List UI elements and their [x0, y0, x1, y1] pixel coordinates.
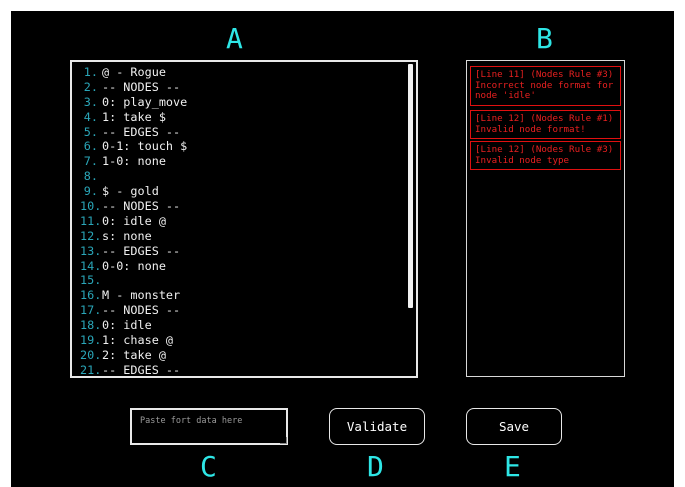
resize-grip-icon[interactable]	[280, 437, 287, 444]
line-code: 1: take $	[102, 109, 166, 124]
editor-scrollbar[interactable]	[408, 64, 413, 308]
editor-lines: 1. @ - Rogue 2. -- NODES -- 3. 0: play_move 4.…	[80, 65, 402, 377]
line-number: 14.	[80, 258, 102, 273]
line-number: 12.	[80, 228, 102, 243]
editor-line: 9. $ - gold	[80, 184, 402, 199]
section-label-b: B	[536, 22, 553, 55]
editor-line: 12.s: none	[80, 229, 402, 244]
editor-line: 21.-- EDGES --	[80, 362, 402, 377]
line-code: M - monster	[102, 288, 181, 303]
line-code: 0-0: none	[102, 258, 166, 273]
line-number: 15.	[80, 273, 102, 288]
error-message: [Line 12] (Nodes Rule #3) Invalid node t…	[470, 141, 621, 170]
line-code: 0-1: touch $	[102, 139, 188, 154]
error-panel: [Line 11] (Nodes Rule #3) Incorrect node…	[466, 60, 625, 377]
editor-line: 5. -- EDGES --	[80, 125, 402, 140]
line-number: 10.	[80, 199, 102, 214]
editor-line: 11.0: idle @	[80, 214, 402, 229]
editor-line: 2. -- NODES --	[80, 80, 402, 95]
line-number: 17.	[80, 303, 102, 318]
line-number: 9.	[83, 184, 98, 199]
editor-line: 3. 0: play_move	[80, 95, 402, 110]
editor-line: 15.	[80, 273, 402, 288]
line-code: -- NODES --	[102, 199, 181, 214]
line-number: 6.	[83, 139, 98, 154]
line-code: 0: play_move	[102, 94, 188, 109]
line-number: 19.	[80, 333, 102, 348]
editor-line: 6. 0-1: touch $	[80, 139, 402, 154]
editor-line: 1. @ - Rogue	[80, 65, 402, 80]
line-number: 21.	[80, 362, 102, 377]
line-code: 2: take @	[102, 347, 166, 362]
line-code: 1-0: none	[102, 154, 166, 169]
line-number: 13.	[80, 243, 102, 258]
line-number: 3.	[83, 94, 98, 109]
line-number: 2.	[83, 79, 98, 94]
line-code: 1: chase @	[102, 333, 174, 348]
error-message: [Line 12] (Nodes Rule #1) Invalid node f…	[470, 110, 621, 139]
validate-button[interactable]: Validate	[329, 408, 425, 445]
error-message: [Line 11] (Nodes Rule #3) Incorrect node…	[470, 66, 621, 106]
line-number: 7.	[83, 154, 98, 169]
line-number: 5.	[83, 124, 98, 139]
editor-line: 7. 1-0: none	[80, 154, 402, 169]
section-label-a: A	[226, 22, 243, 55]
line-number: 1.	[83, 65, 98, 79]
line-code: -- EDGES --	[102, 124, 181, 139]
line-code: 0: idle	[102, 318, 152, 333]
section-label-d: D	[367, 450, 384, 483]
paste-data-input[interactable]	[130, 408, 288, 445]
editor-line: 4. 1: take $	[80, 110, 402, 125]
line-number: 20.	[80, 347, 102, 362]
line-code: s: none	[102, 228, 152, 243]
editor-line: 19.1: chase @	[80, 333, 402, 348]
editor-line: 18.0: idle	[80, 318, 402, 333]
editor-line: 16.M - monster	[80, 288, 402, 303]
section-label-e: E	[504, 450, 521, 483]
line-number: 18.	[80, 318, 102, 333]
line-number: 11.	[80, 213, 102, 228]
editor-line: 13.-- EDGES --	[80, 244, 402, 259]
editor-line: 8.	[80, 169, 402, 184]
editor-line: 10.-- NODES --	[80, 199, 402, 214]
line-code: -- NODES --	[102, 79, 181, 94]
line-code: $ - gold	[102, 184, 159, 199]
section-label-c: C	[200, 450, 217, 483]
editor-line: 14.0-0: none	[80, 259, 402, 274]
editor-line: 20.2: take @	[80, 348, 402, 363]
line-code: @ - Rogue	[102, 65, 166, 79]
line-code: -- EDGES --	[102, 243, 181, 258]
line-code: 0: idle @	[102, 213, 166, 228]
line-code: -- EDGES --	[102, 362, 181, 377]
editor-line: 17.-- NODES --	[80, 303, 402, 318]
line-number: 4.	[83, 109, 98, 124]
line-number: 8.	[83, 169, 98, 184]
code-editor[interactable]: 1. @ - Rogue 2. -- NODES -- 3. 0: play_move 4.…	[70, 60, 418, 378]
line-code: -- NODES --	[102, 303, 181, 318]
save-button[interactable]: Save	[466, 408, 562, 445]
line-number: 16.	[80, 288, 102, 303]
